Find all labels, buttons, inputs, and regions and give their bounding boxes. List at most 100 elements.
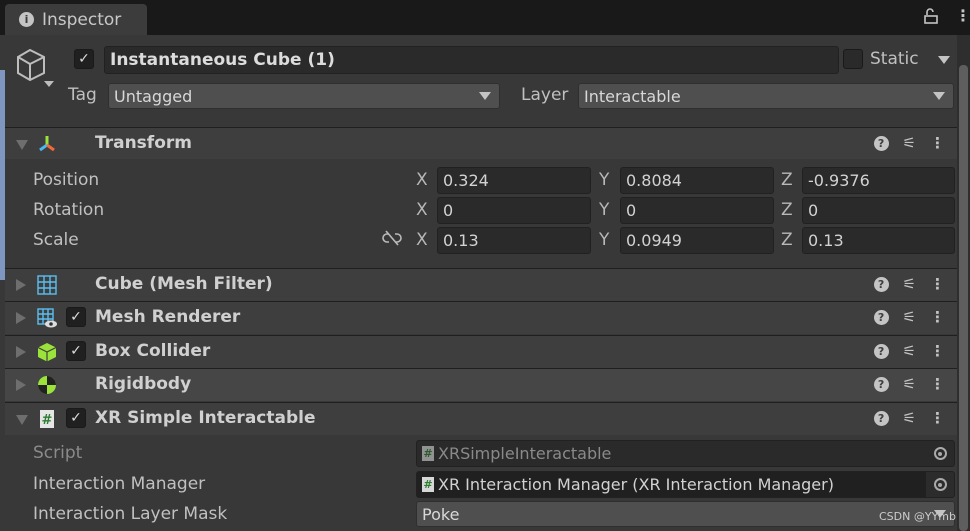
static-label: Static	[870, 49, 919, 69]
axis-z-label[interactable]: Z	[781, 230, 793, 250]
more-icon[interactable]: ⋮	[930, 275, 945, 293]
more-menu-icon[interactable]: ⋮	[955, 6, 970, 25]
script-value: XRSimpleInteractable	[438, 444, 612, 463]
layer-dropdown[interactable]: Interactable	[578, 83, 954, 109]
more-icon[interactable]: ⋮	[930, 409, 945, 427]
presets-icon[interactable]: ⚟	[903, 409, 916, 427]
tab-inspector[interactable]: i Inspector	[5, 4, 147, 35]
layer-label: Layer	[521, 85, 569, 105]
presets-icon[interactable]: ⚟	[903, 308, 916, 326]
presets-icon[interactable]: ⚟	[903, 342, 916, 360]
object-picker-icon	[926, 441, 954, 466]
edge-strip	[0, 70, 5, 280]
static-dropdown-icon[interactable]	[938, 56, 950, 64]
rigidbody-icon	[38, 376, 56, 394]
chevron-down-icon	[479, 92, 491, 100]
object-picker-icon[interactable]	[926, 472, 954, 497]
active-checkbox[interactable]: ✓	[74, 49, 94, 69]
axis-x-label[interactable]: X	[416, 230, 428, 250]
component-title: Transform	[95, 133, 192, 153]
component-header-rigidbody[interactable]: Rigidbody ? ⚟ ⋮	[5, 368, 957, 401]
position-label: Position	[33, 170, 100, 190]
position-x-field[interactable]: 0.324	[437, 167, 591, 194]
position-y-field[interactable]: 0.8084	[620, 167, 774, 194]
script-field: # XRSimpleInteractable	[416, 440, 955, 467]
component-header-mesh-renderer[interactable]: ✓ Mesh Renderer ? ⚟ ⋮	[5, 301, 957, 334]
axis-y-label[interactable]: Y	[599, 200, 609, 220]
gameobject-icon[interactable]	[14, 45, 58, 93]
lock-icon[interactable]	[924, 8, 938, 24]
axis-y-label[interactable]: Y	[599, 170, 609, 190]
static-checkbox[interactable]: ✓	[843, 49, 863, 69]
foldout-arrow-icon[interactable]	[16, 140, 28, 150]
rotation-label: Rotation	[33, 200, 105, 220]
component-header-cube-mesh-filter[interactable]: Cube (Mesh Filter) ? ⚟ ⋮	[5, 268, 957, 301]
help-icon[interactable]: ?	[873, 276, 889, 292]
interaction-layer-mask-dropdown[interactable]: Poke	[416, 501, 955, 527]
foldout-arrow-icon[interactable]	[16, 415, 28, 425]
rotation-z-field[interactable]: 0	[802, 197, 955, 224]
more-icon[interactable]: ⋮	[930, 134, 945, 152]
interaction-layer-mask-label: Interaction Layer Mask	[33, 504, 228, 524]
scrollbar-thumb[interactable]	[959, 65, 968, 531]
axis-z-label[interactable]: Z	[781, 170, 793, 190]
component-title: Box Collider	[95, 341, 211, 361]
scale-y-field[interactable]: 0.0949	[620, 227, 774, 254]
mesh-renderer-icon	[37, 308, 57, 328]
axis-z-label[interactable]: Z	[781, 200, 793, 220]
svg-text:#: #	[42, 413, 53, 428]
foldout-arrow-icon[interactable]	[16, 346, 26, 358]
foldout-arrow-icon[interactable]	[16, 379, 26, 391]
watermark: CSDN @YYmb	[879, 510, 956, 523]
script-icon: #	[422, 446, 434, 461]
help-icon[interactable]: ?	[873, 410, 889, 426]
interaction-manager-field[interactable]: # XR Interaction Manager (XR Interaction …	[416, 471, 955, 498]
tab-label: Inspector	[42, 9, 122, 30]
mesh-filter-icon	[37, 275, 57, 295]
more-icon[interactable]: ⋮	[930, 308, 945, 326]
component-title: Rigidbody	[95, 374, 192, 394]
component-title: Mesh Renderer	[95, 307, 241, 327]
component-enabled-checkbox[interactable]: ✓	[66, 307, 86, 327]
more-icon[interactable]: ⋮	[930, 375, 945, 393]
scale-label: Scale	[33, 230, 79, 250]
help-icon[interactable]: ?	[873, 343, 889, 359]
transform-header[interactable]: Transform ? ⚟ ⋮	[5, 127, 957, 159]
component-header-box-collider[interactable]: ✓ Box Collider ? ⚟ ⋮	[5, 335, 957, 368]
box-collider-icon	[37, 343, 57, 362]
foldout-arrow-icon[interactable]	[16, 279, 26, 291]
scale-x-field[interactable]: 0.13	[437, 227, 591, 254]
interaction-manager-value: XR Interaction Manager (XR Interaction M…	[438, 475, 834, 494]
component-title: Cube (Mesh Filter)	[95, 274, 273, 294]
name-field[interactable]: Instantaneous Cube (1)	[104, 46, 839, 74]
position-z-field[interactable]: -0.9376	[802, 167, 955, 194]
presets-icon[interactable]: ⚟	[903, 375, 916, 393]
rotation-y-field[interactable]: 0	[620, 197, 774, 224]
unlink-scale-icon[interactable]	[382, 230, 402, 250]
info-icon: i	[19, 12, 34, 27]
scale-z-field[interactable]: 0.13	[802, 227, 955, 254]
rotation-x-field[interactable]: 0	[437, 197, 591, 224]
help-icon[interactable]: ?	[873, 376, 889, 392]
presets-icon[interactable]: ⚟	[903, 275, 916, 293]
script-label: Script	[33, 443, 83, 463]
interaction-layer-mask-value: Poke	[422, 504, 460, 524]
axis-x-label[interactable]: X	[416, 200, 428, 220]
axis-y-label[interactable]: Y	[599, 230, 609, 250]
transform-icon	[39, 136, 55, 152]
component-enabled-checkbox[interactable]: ✓	[66, 408, 86, 428]
tag-dropdown[interactable]: Untagged	[108, 83, 500, 109]
foldout-arrow-icon[interactable]	[16, 312, 26, 324]
component-header-xr-simple-interactable[interactable]: # ✓ XR Simple Interactable ? ⚟ ⋮	[5, 402, 957, 435]
more-icon[interactable]: ⋮	[930, 342, 945, 360]
interaction-manager-label: Interaction Manager	[33, 474, 206, 494]
help-icon[interactable]: ?	[873, 135, 889, 151]
component-enabled-checkbox[interactable]: ✓	[66, 341, 86, 361]
component-title: XR Simple Interactable	[95, 408, 316, 428]
chevron-down-icon	[933, 92, 945, 100]
help-icon[interactable]: ?	[873, 309, 889, 325]
layer-value: Interactable	[584, 86, 681, 106]
presets-icon[interactable]: ⚟	[903, 134, 916, 152]
tag-value: Untagged	[114, 86, 193, 106]
axis-x-label[interactable]: X	[416, 170, 428, 190]
